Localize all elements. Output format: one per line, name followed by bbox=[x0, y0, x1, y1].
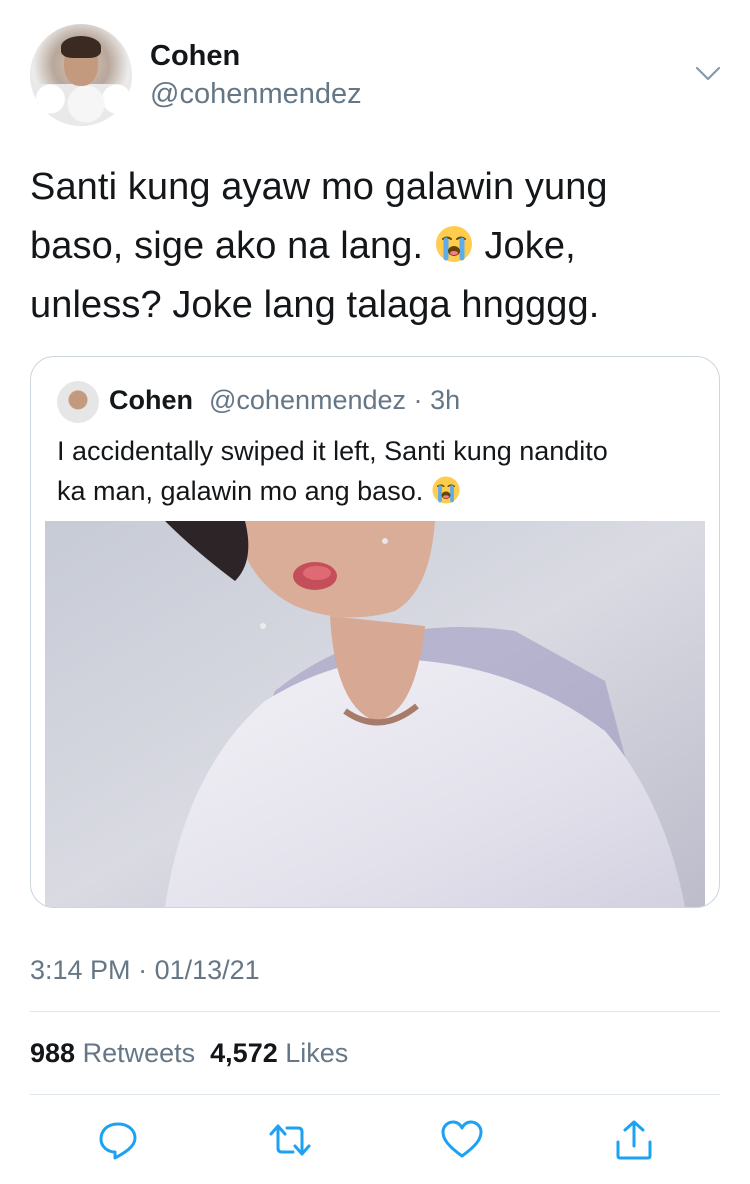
quoted-author-meta: @cohenmendez · 3h bbox=[209, 385, 460, 416]
tweet-timestamp[interactable]: 3:14 PM · 01/13/21 bbox=[30, 955, 260, 986]
tweet-text-line-1: Santi kung ayaw mo galawin yung bbox=[30, 166, 608, 208]
reply-button[interactable] bbox=[96, 1118, 140, 1162]
quoted-text-line-2: ka man, galawin mo ang baso. bbox=[57, 471, 707, 511]
likes-label[interactable]: Likes bbox=[285, 1038, 348, 1068]
divider bbox=[30, 1094, 720, 1095]
quoted-tweet-photo[interactable] bbox=[45, 521, 705, 907]
likes-count[interactable]: 4,572 bbox=[210, 1038, 278, 1068]
divider bbox=[30, 1011, 720, 1012]
retweet-button[interactable] bbox=[268, 1118, 312, 1162]
author-avatar[interactable] bbox=[30, 24, 132, 126]
share-button[interactable] bbox=[612, 1118, 656, 1162]
author-handle[interactable]: @cohenmendez bbox=[150, 78, 362, 111]
retweets-label[interactable]: Retweets bbox=[83, 1038, 196, 1068]
tweet-text: Santi kung ayaw mo galawin yung baso, si… bbox=[30, 158, 720, 335]
quoted-author-handle: @cohenmendez bbox=[209, 385, 407, 415]
quoted-text-line-1: I accidentally swiped it left, Santi kun… bbox=[57, 436, 608, 466]
share-icon bbox=[616, 1120, 652, 1160]
quoted-author-name: Cohen bbox=[109, 385, 193, 415]
retweets-count[interactable]: 988 bbox=[30, 1038, 75, 1068]
like-button[interactable] bbox=[440, 1118, 484, 1162]
photo-illustration bbox=[45, 521, 705, 907]
quoted-tweet-card[interactable]: Cohen @cohenmendez · 3h I accidentally s… bbox=[30, 356, 720, 908]
tweet-text-line-2: baso, sige ako na lang. Joke, bbox=[30, 225, 576, 267]
tweet-text-line-3: unless? Joke lang talaga hngggg. bbox=[30, 284, 600, 326]
tweet-time: 3:14 PM bbox=[30, 955, 131, 985]
author-name[interactable]: Cohen bbox=[150, 40, 240, 73]
quoted-separator: · bbox=[413, 385, 423, 415]
timestamp-separator: · bbox=[138, 955, 148, 985]
loudly-crying-face-icon bbox=[435, 226, 472, 262]
reply-icon bbox=[99, 1122, 137, 1160]
loudly-crying-face-icon bbox=[432, 476, 460, 504]
quoted-author-avatar bbox=[57, 381, 99, 423]
like-icon bbox=[441, 1120, 483, 1158]
tweet-date: 01/13/21 bbox=[154, 955, 260, 985]
retweet-icon bbox=[269, 1124, 311, 1156]
tweet-stats: 988 Retweets 4,572 Likes bbox=[30, 1038, 348, 1069]
chevron-down-icon[interactable] bbox=[694, 62, 722, 84]
quoted-tweet-text: I accidentally swiped it left, Santi kun… bbox=[57, 431, 707, 511]
quoted-age: 3h bbox=[430, 385, 461, 415]
